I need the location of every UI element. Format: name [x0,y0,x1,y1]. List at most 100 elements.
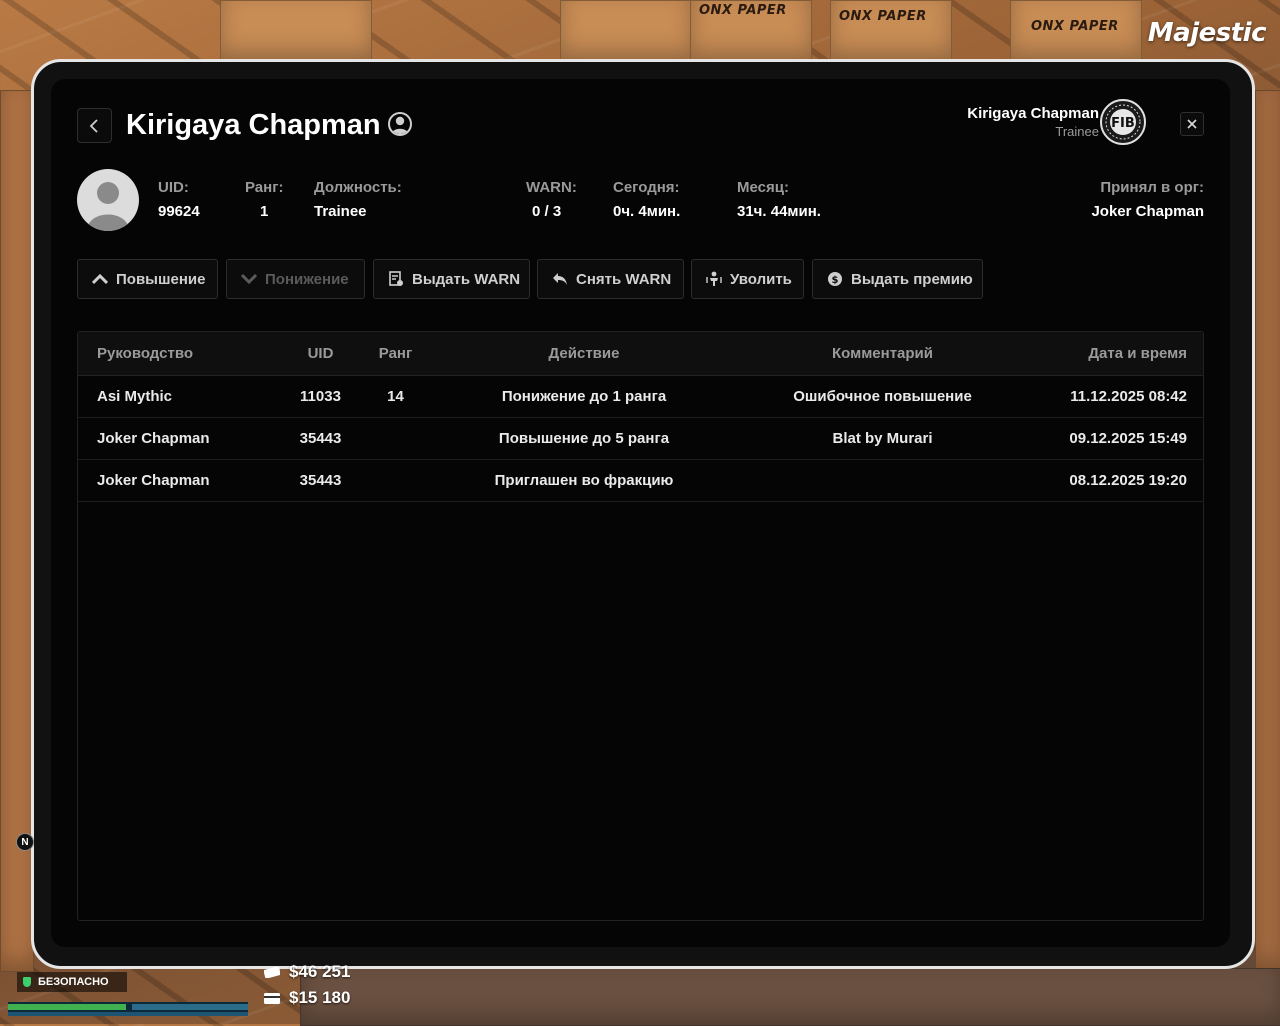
close-button[interactable] [1180,112,1204,136]
svg-text:FIB: FIB [1111,116,1135,131]
table-header: Руководство UID Ранг Действие Комментари… [78,332,1203,376]
close-icon [1187,119,1197,129]
table-cell [363,418,428,459]
stat-value: 99624 [158,203,200,220]
health-armor-bar [8,1002,248,1016]
current-user-name: Kirigaya Chapman [967,105,1099,122]
stat-label: UID: [158,179,189,196]
avatar [77,169,139,231]
stat-label: Ранг: [245,179,284,196]
header: Kirigaya Chapman Kirigaya Chapman Traine… [77,99,1204,147]
stat-position: Должность: Trainee [314,179,402,220]
column-header: Руководство [97,345,194,362]
page-title: Kirigaya Chapman [126,109,381,141]
stat-value: 0 / 3 [532,203,562,220]
stat-month: Месяц: 31ч. 44мин. [737,179,821,220]
remove-warn-button[interactable]: Снять WARN [537,259,684,299]
stat-label: Должность: [314,179,402,196]
button-label: Выдать WARN [412,270,521,288]
chevron-up-icon [92,271,108,287]
button-label: Повышение [116,270,206,288]
stat-hired-by: Принял в орг: Joker Chapman [1091,179,1204,220]
stat-warn: WARN: 0 / 3 [526,179,577,220]
stat-value: 31ч. 44мин. [737,203,821,220]
background-box [220,0,372,62]
card-icon [264,992,280,1004]
give-bonus-button[interactable]: $ Выдать премию [812,259,983,299]
bank-amount: $15 180 [289,988,351,1007]
button-label: Выдать премию [851,270,973,288]
button-label: Понижение [265,270,349,288]
button-label: Снять WARN [576,270,672,288]
table-cell: 35443 [299,472,342,489]
fire-user-icon [706,271,722,287]
stat-value: Joker Chapman [1091,203,1204,220]
table-cell: 09.12.2025 15:49 [1069,430,1187,447]
stat-label: WARN: [526,179,577,196]
table-cell: Blat by Murari [832,430,933,447]
column-header: Действие [548,345,620,362]
table-cell [363,460,428,501]
dollar-coin-icon: $ [827,271,843,287]
bank-display: $15 180 [264,988,350,1008]
background-box: ONX PAPER [830,0,952,62]
tablet-frame: Kirigaya Chapman Kirigaya Chapman Traine… [31,59,1255,969]
stat-value: Trainee [314,203,367,220]
chevron-down-icon [241,271,257,287]
safe-zone-label: БЕЗОПАСНО [38,976,109,988]
table-cell: Asi Mythic [97,388,173,405]
person-icon[interactable] [388,112,412,136]
table-cell: Приглашен во фракцию [494,472,674,489]
table-row: Joker Chapman 35443 Повышение до 5 ранга… [78,418,1203,460]
stat-value: 0ч. 4мин. [613,203,681,220]
stat-label: Сегодня: [613,179,680,196]
current-user: Kirigaya Chapman Trainee [967,105,1099,139]
brand-logo: Majestic [1147,18,1267,48]
back-button[interactable] [77,108,112,143]
give-warn-button[interactable]: Выдать WARN [373,259,530,299]
current-user-rank: Trainee [1055,124,1099,139]
stat-rank: Ранг: 1 [245,179,283,220]
table-cell: Joker Chapman [97,472,210,489]
cash-icon [264,966,280,978]
svg-text:$: $ [832,275,839,286]
table-cell: Повышение до 5 ранга [498,430,670,447]
demote-button[interactable]: Понижение [226,259,365,299]
table-row: Asi Mythic 11033 14 Понижение до 1 ранга… [78,376,1203,418]
person-silhouette-icon [87,182,129,231]
warn-doc-icon [388,271,404,287]
shield-icon [23,977,31,987]
history-table: Руководство UID Ранг Действие Комментари… [77,331,1204,921]
fib-seal-icon: FIB [1100,99,1146,145]
table-cell: 14 [387,388,404,405]
fire-button[interactable]: Уволить [691,259,804,299]
tablet-screen: Kirigaya Chapman Kirigaya Chapman Traine… [51,79,1230,947]
cash-display: $46 251 [264,962,350,982]
table-cell: 35443 [299,430,342,447]
stat-label: Принял в орг: [1100,179,1204,196]
column-header: UID [307,345,334,362]
column-header: Дата и время [1088,345,1187,362]
reply-arrow-icon [552,271,568,287]
compass: N [16,833,34,851]
column-header: Комментарий [831,345,933,362]
stat-label: Месяц: [737,179,789,196]
table-row: Joker Chapman 35443 Приглашен во фракцию… [78,460,1203,502]
safe-zone-indicator: БЕЗОПАСНО [17,972,127,992]
table-cell: Понижение до 1 ранга [501,388,667,405]
background-box: ONX PAPER [1010,0,1142,62]
background-box [1255,90,1280,972]
column-header: Ранг [378,345,413,362]
stat-uid: UID: 99624 [158,179,200,220]
stat-today: Сегодня: 0ч. 4мин. [613,179,680,220]
stat-value: 1 [260,203,269,220]
table-cell: 11033 [300,388,341,405]
table-cell: 08.12.2025 19:20 [1069,472,1187,489]
background-box: ONX PAPER [690,0,812,62]
table-cell: Ошибочное повышение [793,388,972,405]
chevron-left-icon [89,118,98,133]
table-cell: Joker Chapman [97,430,210,447]
promote-button[interactable]: Повышение [77,259,218,299]
button-label: Уволить [730,270,792,288]
table-cell [734,460,1031,501]
